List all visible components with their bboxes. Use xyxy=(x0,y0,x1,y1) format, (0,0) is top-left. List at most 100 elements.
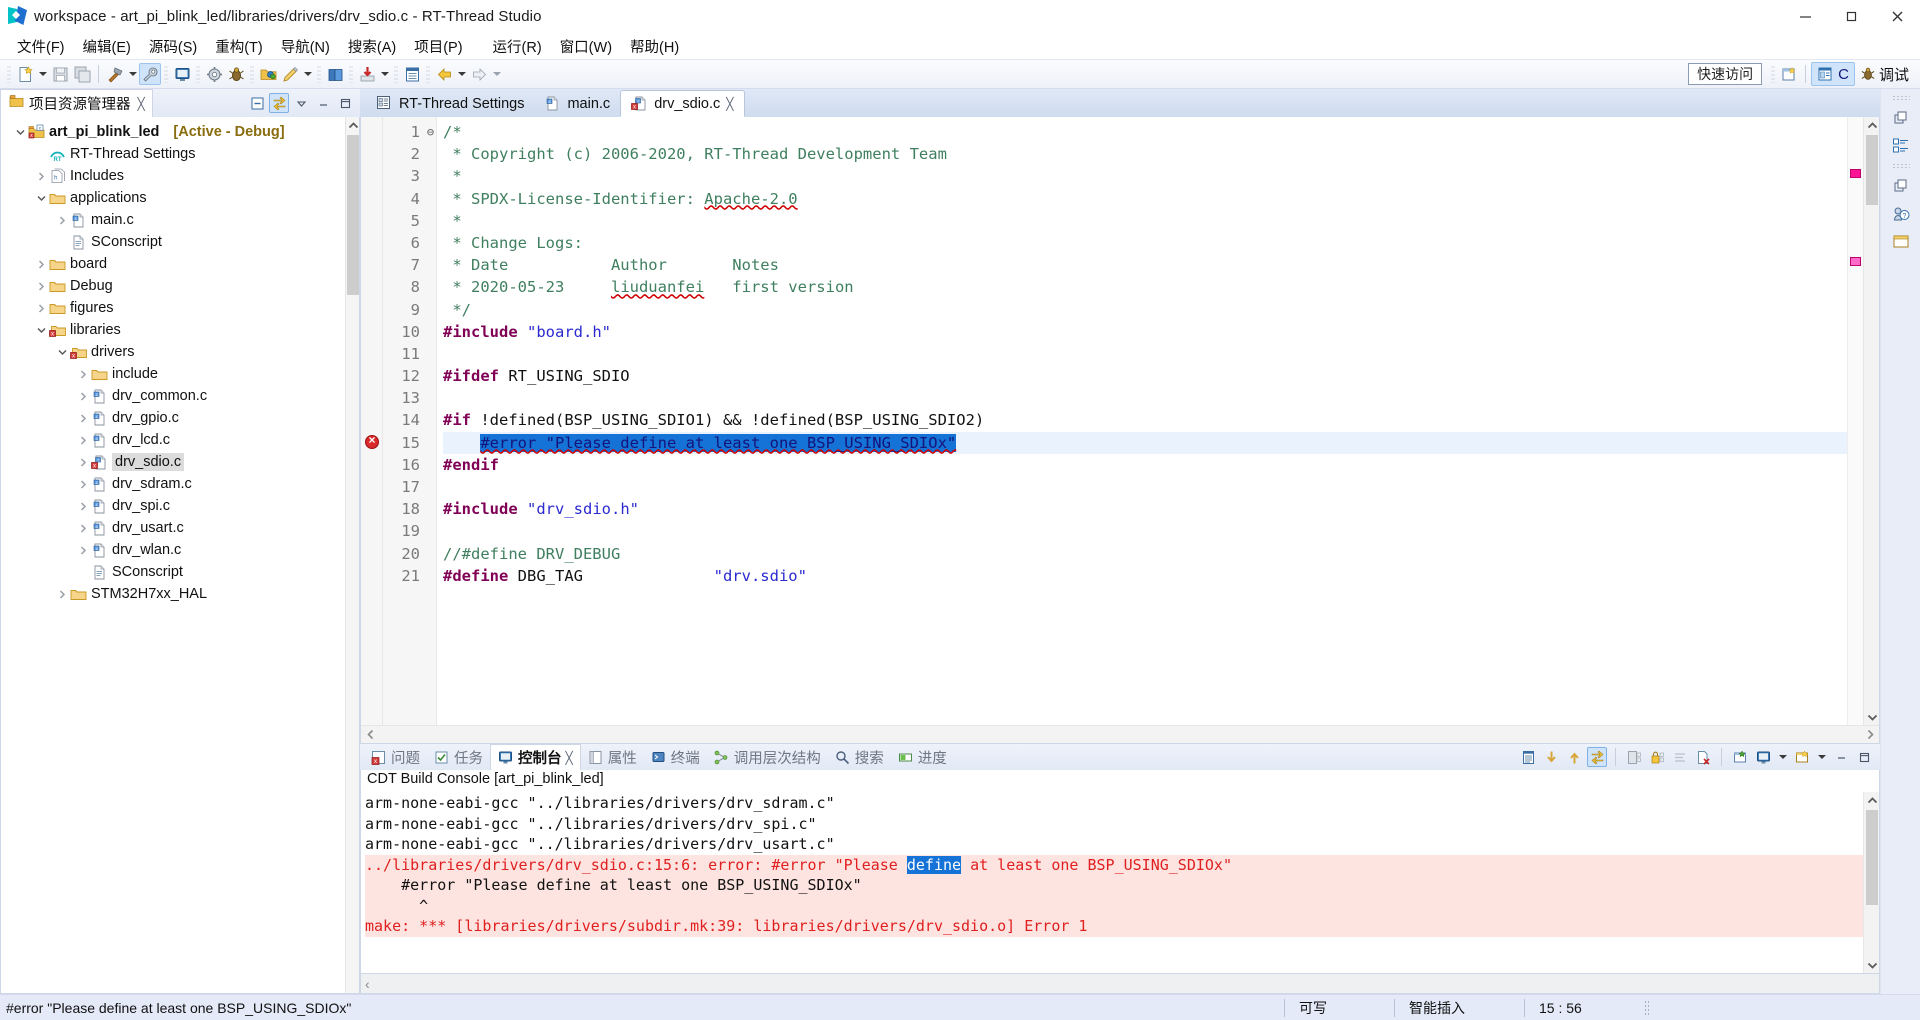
perspective-grip[interactable] xyxy=(1771,65,1776,83)
console-line[interactable]: arm-none-eabi-gcc "../libraries/drivers/… xyxy=(365,793,1863,814)
chevron-right-icon[interactable] xyxy=(76,539,90,561)
editor-tab-main-c[interactable]: .c main.c xyxy=(534,90,620,117)
console-output-text[interactable]: arm-none-eabi-gcc "../libraries/drivers/… xyxy=(361,792,1863,973)
maximize-console-icon[interactable] xyxy=(1854,747,1874,767)
code-line[interactable] xyxy=(443,520,1847,542)
code-line[interactable]: * SPDX-License-Identifier: Apache-2.0 xyxy=(443,188,1847,210)
download-program-icon[interactable] xyxy=(356,63,378,85)
bottom-tab-properties[interactable]: 属性 xyxy=(581,744,644,770)
link-with-editor-icon[interactable] xyxy=(269,93,289,113)
display-console-dropdown-icon[interactable] xyxy=(1776,746,1789,768)
code-line[interactable]: #endif xyxy=(443,454,1847,476)
toolbar-grip-6[interactable] xyxy=(349,65,353,83)
close-icon[interactable]: ╳ xyxy=(566,751,573,765)
pen-dropdown-icon[interactable] xyxy=(301,63,314,85)
menu-help[interactable]: 帮助(H) xyxy=(621,34,688,59)
tree-item-stm32h7xx_hal[interactable]: STM32H7xx_HAL xyxy=(1,583,359,605)
menu-navigate[interactable]: 导航(N) xyxy=(272,34,339,59)
forward-dropdown-icon[interactable] xyxy=(490,63,503,85)
code-line[interactable]: #if !defined(BSP_USING_SDIO1) && !define… xyxy=(443,409,1847,431)
back-arrow-icon[interactable] xyxy=(433,63,455,85)
save-all-icon[interactable] xyxy=(71,63,93,85)
bottom-tab-search[interactable]: 搜索 xyxy=(828,744,891,770)
code-line[interactable]: * xyxy=(443,165,1847,187)
toolbar-grip-5[interactable] xyxy=(317,65,321,83)
pen-tool-icon[interactable] xyxy=(279,63,301,85)
perspective-debug-button[interactable]: 调试 xyxy=(1855,62,1914,86)
maximize-button[interactable] xyxy=(1828,0,1874,33)
code-line[interactable]: * Change Logs: xyxy=(443,232,1847,254)
code-line[interactable]: #error "Please define at least one BSP_U… xyxy=(443,431,1847,454)
editor-scroll-up-icon[interactable] xyxy=(1864,117,1879,133)
editor-horizontal-scrollbar[interactable] xyxy=(361,725,1879,743)
collapse-all-icon[interactable] xyxy=(247,93,267,113)
chevron-right-icon[interactable] xyxy=(76,473,90,495)
overview-cursor-mark[interactable] xyxy=(1850,257,1861,266)
lock-console-icon[interactable] xyxy=(1647,747,1667,767)
tree-item-drv_wlan-c[interactable]: .c drv_wlan.c xyxy=(1,539,359,561)
toolbar-grip-2[interactable] xyxy=(164,65,168,83)
bottom-tab-console[interactable]: 控制台 ╳ xyxy=(490,744,581,770)
chevron-right-icon[interactable] xyxy=(76,517,90,539)
bottom-tab-terminal[interactable]: 终端 xyxy=(644,744,707,770)
view-menu-icon[interactable] xyxy=(291,93,311,113)
tree-item-board[interactable]: board xyxy=(1,253,359,275)
minimize-button[interactable] xyxy=(1782,0,1828,33)
bottom-tab-call-hierarchy[interactable]: 调用层次结构 xyxy=(707,744,828,770)
chevron-right-icon[interactable] xyxy=(76,385,90,407)
chevron-right-icon[interactable] xyxy=(76,363,90,385)
editor-scroll-left-icon[interactable] xyxy=(363,728,377,742)
code-line[interactable]: //#define DRV_DEBUG xyxy=(443,543,1847,565)
save-icon[interactable] xyxy=(49,63,71,85)
rail-grip[interactable] xyxy=(1891,95,1910,101)
configure-gear-icon[interactable] xyxy=(203,63,225,85)
console-line[interactable]: make: *** [libraries/drivers/subdir.mk:3… xyxy=(365,916,1863,937)
editor-tab-rt-thread-settings[interactable]: RT-Thread Settings xyxy=(366,90,534,117)
docs-book-icon[interactable] xyxy=(324,63,346,85)
close-icon[interactable]: ╳ xyxy=(138,97,145,111)
console-scroll-up-icon[interactable] xyxy=(1864,792,1879,808)
rail-grip-2[interactable] xyxy=(1891,163,1910,169)
save-console-icon[interactable] xyxy=(1624,747,1644,767)
restore-view-icon[interactable] xyxy=(1888,105,1914,131)
chevron-right-icon[interactable] xyxy=(34,275,48,297)
code-line[interactable] xyxy=(443,387,1847,409)
quick-access-input[interactable]: 快速访问 xyxy=(1688,63,1763,85)
tree-item-applications[interactable]: applications xyxy=(1,187,359,209)
error-marker-icon[interactable] xyxy=(365,433,379,449)
chevron-down-icon[interactable] xyxy=(34,187,48,209)
editor-scroll-down-icon[interactable] xyxy=(1864,709,1879,725)
tree-item-sconscript[interactable]: SConscript xyxy=(1,561,359,583)
chevron-right-icon[interactable] xyxy=(55,209,69,231)
tree-item-drv_sdio-c[interactable]: .c x drv_sdio.c xyxy=(1,451,359,473)
fold-toggle-icon[interactable]: ⊖ xyxy=(425,121,436,143)
tree-item-drivers[interactable]: x drivers xyxy=(1,341,359,363)
menu-window[interactable]: 窗口(W) xyxy=(551,34,621,59)
new-file-icon[interactable] xyxy=(14,63,36,85)
toolbar-grip[interactable] xyxy=(7,65,11,83)
tree-item-drv_sdram-c[interactable]: .c drv_sdram.c xyxy=(1,473,359,495)
close-icon[interactable]: ╳ xyxy=(726,97,733,111)
chevron-right-icon[interactable] xyxy=(34,253,48,275)
code-line[interactable]: * Copyright (c) 2006-2020, RT-Thread Dev… xyxy=(443,143,1847,165)
menu-project[interactable]: 项目(P) xyxy=(405,34,471,59)
chevron-down-icon[interactable] xyxy=(55,341,69,363)
console-line[interactable]: arm-none-eabi-gcc "../libraries/drivers/… xyxy=(365,834,1863,855)
chevron-down-icon[interactable] xyxy=(13,121,27,143)
forward-arrow-icon[interactable] xyxy=(468,63,490,85)
chevron-right-icon[interactable] xyxy=(34,297,48,319)
maximize-view-icon[interactable] xyxy=(335,93,355,113)
tree-item-libraries[interactable]: x libraries xyxy=(1,319,359,341)
help-view-icon[interactable]: ? xyxy=(1888,201,1914,227)
back-dropdown-icon[interactable] xyxy=(455,63,468,85)
open-perspective-icon[interactable] xyxy=(1778,63,1800,85)
scroll-up-arrow-icon[interactable] xyxy=(1564,747,1584,767)
chevron-right-icon[interactable] xyxy=(76,451,90,473)
code-line[interactable]: * Date Author Notes xyxy=(443,254,1847,276)
clear-console-icon[interactable] xyxy=(1670,747,1690,767)
minimize-console-icon[interactable] xyxy=(1831,747,1851,767)
code-line[interactable] xyxy=(443,343,1847,365)
console-scroll-left-icon[interactable]: ‹ xyxy=(365,976,370,992)
code-line[interactable]: */ xyxy=(443,299,1847,321)
editor-overview-ruler[interactable] xyxy=(1847,117,1863,725)
